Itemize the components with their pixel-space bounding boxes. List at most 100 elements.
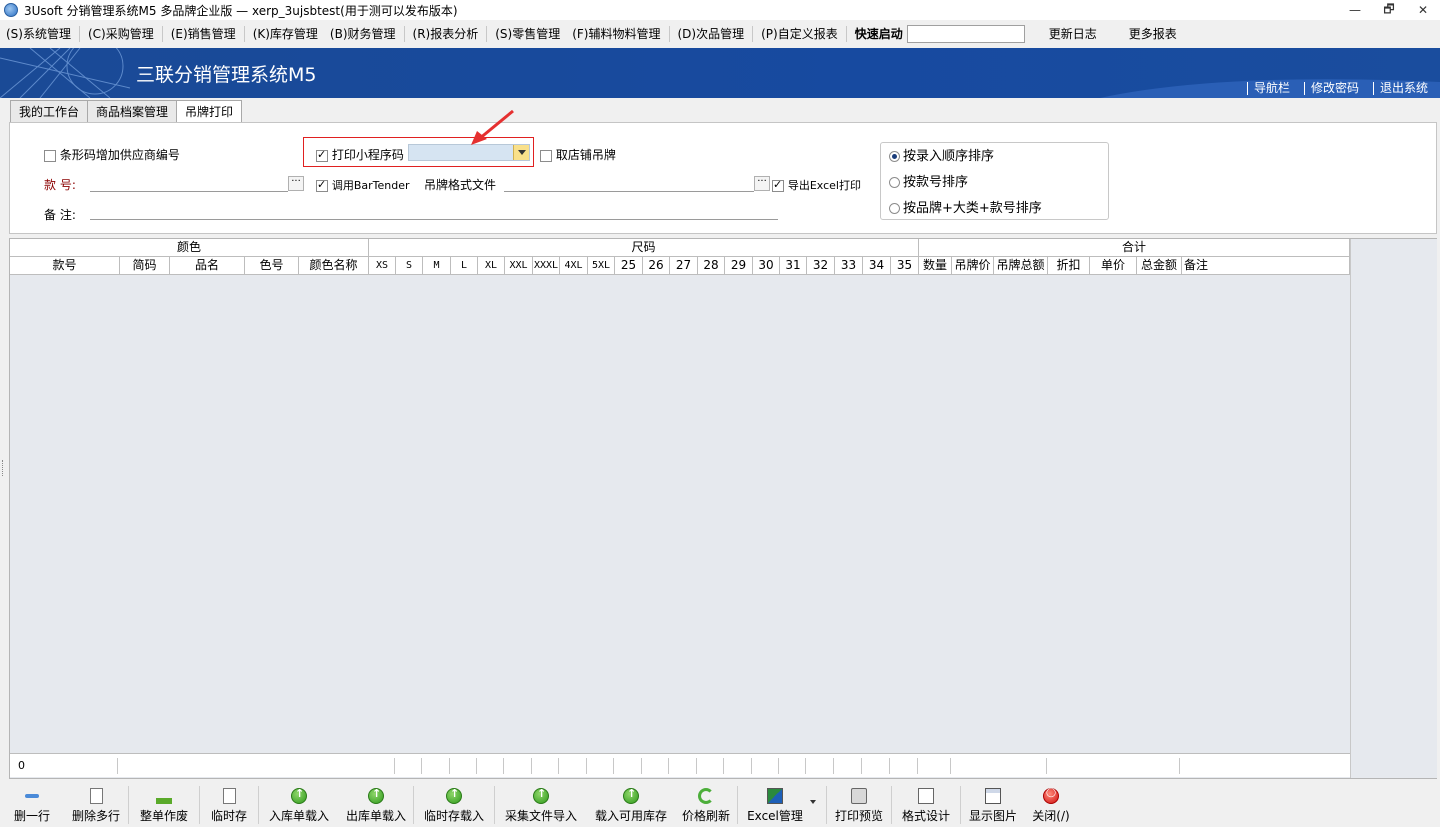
column-size[interactable]: 25 — [615, 257, 643, 275]
tab-tag-print[interactable]: 吊牌打印 — [176, 100, 243, 124]
menu-retail[interactable]: (S)零售管理 — [489, 22, 566, 46]
tab-workbench[interactable]: 我的工作台 — [10, 100, 89, 123]
load-outbound-button[interactable]: 出库单载入 — [339, 782, 413, 827]
tag-format-input[interactable] — [504, 176, 754, 192]
menu-separator — [403, 26, 405, 42]
menu-inventory[interactable]: (K)库存管理 — [247, 22, 324, 46]
upload-icon — [291, 787, 307, 804]
column-unit-price[interactable]: 单价 — [1090, 257, 1137, 275]
column-size[interactable]: 32 — [807, 257, 835, 275]
menu-changelog[interactable]: 更新日志 — [1043, 22, 1103, 46]
column-size[interactable]: M — [423, 257, 451, 275]
import-collect-file-button[interactable]: 采集文件导入 — [495, 782, 587, 827]
style-no-browse-button[interactable]: ··· — [288, 176, 304, 191]
column-size[interactable]: 34 — [863, 257, 891, 275]
style-no-input[interactable] — [90, 176, 288, 192]
minimize-button[interactable]: — — [1338, 0, 1372, 20]
tag-format-browse-button[interactable]: ··· — [754, 176, 770, 191]
menu-purchase[interactable]: (C)采购管理 — [82, 22, 160, 46]
column-size[interactable]: 5XL — [588, 257, 615, 275]
chevron-down-icon[interactable] — [810, 800, 816, 804]
refresh-price-button[interactable]: 价格刷新 — [675, 782, 737, 827]
change-password-link[interactable]: 修改密码 — [1303, 82, 1365, 95]
column-size[interactable]: XXL — [505, 257, 533, 275]
column-size[interactable]: XL — [478, 257, 505, 275]
temp-save-button[interactable]: 临时存 — [200, 782, 258, 827]
store-tag-option[interactable]: 取店铺吊牌 — [540, 146, 616, 163]
column-color-name[interactable]: 颜色名称 — [299, 257, 369, 275]
column-size[interactable]: 4XL — [560, 257, 588, 275]
column-size[interactable]: 28 — [698, 257, 725, 275]
column-discount[interactable]: 折扣 — [1048, 257, 1090, 275]
tab-strip: 我的工作台 商品档案管理 吊牌打印 — [10, 100, 243, 124]
column-tag-price[interactable]: 吊牌价 — [952, 257, 994, 275]
menu-materials[interactable]: (F)辅料物料管理 — [566, 22, 666, 46]
radio-brand-category[interactable] — [889, 203, 900, 214]
load-available-stock-button[interactable]: 载入可用库存 — [587, 782, 675, 827]
temp-save-label: 临时存 — [210, 809, 247, 823]
barcode-supplier-checkbox[interactable] — [44, 149, 56, 162]
column-size[interactable]: 35 — [891, 257, 919, 275]
menu-sales[interactable]: (E)销售管理 — [165, 22, 242, 46]
load-inbound-button[interactable]: 入库单载入 — [259, 782, 339, 827]
column-remark[interactable]: 备注 — [1182, 257, 1350, 275]
sort-by-entry-order[interactable]: 按录入顺序排序 — [889, 145, 994, 164]
restore-button[interactable]: 🗗 — [1372, 0, 1406, 20]
column-tag-total[interactable]: 吊牌总额 — [994, 257, 1048, 275]
column-short-code[interactable]: 简码 — [120, 257, 170, 275]
column-size[interactable]: XS — [369, 257, 396, 275]
column-size[interactable]: 33 — [835, 257, 863, 275]
bartender-option[interactable]: 调用BarTender — [316, 177, 410, 193]
menu-custom-reports[interactable]: (P)自定义报表 — [755, 22, 844, 46]
delete-rows-button[interactable]: 删除多行 — [64, 782, 128, 827]
column-size[interactable]: 27 — [670, 257, 698, 275]
show-image-button[interactable]: 显示图片 — [961, 782, 1025, 827]
radio-entry-order[interactable] — [889, 151, 900, 162]
navigation-link[interactable]: 导航栏 — [1246, 82, 1296, 95]
column-size[interactable]: XXXL — [533, 257, 560, 275]
logout-link[interactable]: 退出系统 — [1372, 82, 1434, 95]
menu-system[interactable]: (S)系统管理 — [0, 22, 77, 46]
export-excel-checkbox[interactable] — [772, 178, 784, 192]
column-total-amount[interactable]: 总金额 — [1137, 257, 1182, 275]
void-order-button[interactable]: 整单作废 — [129, 782, 199, 827]
print-miniprogram-option[interactable]: 打印小程序码 — [316, 146, 404, 163]
tab-product-archive[interactable]: 商品档案管理 — [87, 100, 178, 123]
excel-manage-button[interactable]: Excel管理 — [738, 782, 816, 827]
menu-reports[interactable]: (R)报表分析 — [407, 22, 485, 46]
close-button[interactable]: 关闭(/) — [1025, 782, 1077, 827]
export-excel-option[interactable]: 导出Excel打印 — [772, 177, 861, 193]
documents-icon — [89, 788, 103, 804]
print-preview-button[interactable]: 打印预览 — [827, 782, 891, 827]
chevron-down-icon[interactable] — [513, 145, 529, 160]
close-window-button[interactable]: ✕ — [1406, 0, 1440, 20]
load-temp-button[interactable]: 临时存载入 — [414, 782, 494, 827]
print-miniprogram-checkbox[interactable] — [316, 148, 328, 162]
splitter-handle[interactable] — [2, 460, 5, 476]
store-tag-checkbox[interactable] — [540, 149, 552, 162]
menu-more-reports[interactable]: 更多报表 — [1123, 22, 1183, 46]
column-style-no[interactable]: 款号 — [10, 257, 120, 275]
column-size[interactable]: L — [451, 257, 478, 275]
column-size[interactable]: 30 — [753, 257, 780, 275]
bartender-checkbox[interactable] — [316, 178, 328, 192]
remark-input[interactable] — [90, 204, 778, 220]
column-color-code[interactable]: 色号 — [245, 257, 299, 275]
menu-finance[interactable]: (B)财务管理 — [324, 22, 402, 46]
column-quantity[interactable]: 数量 — [919, 257, 952, 275]
column-size[interactable]: 29 — [725, 257, 753, 275]
column-size[interactable]: 31 — [780, 257, 807, 275]
column-product-name[interactable]: 品名 — [170, 257, 245, 275]
sort-by-style-no[interactable]: 按款号排序 — [889, 171, 968, 190]
delete-rows-label: 删除多行 — [71, 809, 120, 823]
footer-cell — [559, 758, 587, 774]
delete-row-button[interactable]: 删一行 — [0, 782, 64, 827]
barcode-supplier-option[interactable]: 条形码增加供应商编号 — [44, 146, 180, 163]
radio-style-no[interactable] — [889, 177, 900, 188]
format-design-button[interactable]: 格式设计 — [892, 782, 960, 827]
menu-defects[interactable]: (D)次品管理 — [672, 22, 751, 46]
column-size[interactable]: S — [396, 257, 423, 275]
column-size[interactable]: 26 — [643, 257, 670, 275]
sort-by-brand-category[interactable]: 按品牌+大类+款号排序 — [889, 197, 1042, 216]
quick-start-input[interactable] — [906, 25, 1025, 43]
